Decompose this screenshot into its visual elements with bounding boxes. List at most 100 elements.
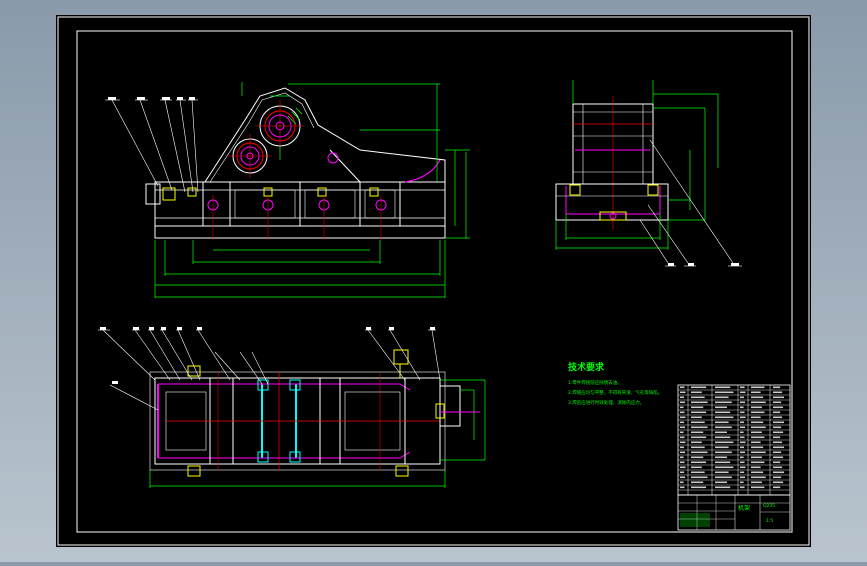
bom-cell-mark xyxy=(680,411,685,414)
title-block-scale: 1:5 xyxy=(766,518,773,524)
bom-cell-mark xyxy=(740,436,745,439)
bom-cell-mark xyxy=(740,471,745,474)
bom-cell-mark xyxy=(715,486,731,489)
bom-cell-mark xyxy=(691,426,708,429)
bom-cell-mark xyxy=(691,456,704,459)
bom-cell-mark xyxy=(680,441,686,444)
bom-cell-mark xyxy=(715,416,734,419)
bom-cell-mark xyxy=(773,466,783,469)
bom-cell-mark xyxy=(740,466,746,469)
bom-cell-mark xyxy=(680,451,686,454)
bom-cell-mark xyxy=(680,401,686,404)
bom-cell-mark xyxy=(715,406,727,409)
title-block-material: Q235 xyxy=(763,503,775,509)
bom-cell-mark xyxy=(773,421,785,424)
bom-cell-mark xyxy=(680,456,684,459)
bom-cell-mark xyxy=(740,421,745,424)
bom-cell-mark xyxy=(680,466,686,469)
bom-cell-mark xyxy=(715,401,732,404)
bom-cell-mark xyxy=(680,476,686,479)
bom-cell-mark xyxy=(740,386,745,389)
bom-cell-mark xyxy=(751,486,765,489)
bom-cell-mark xyxy=(680,406,684,409)
bom-cell-mark xyxy=(751,386,765,389)
bom-cell-mark xyxy=(680,486,685,489)
bom-cell-mark xyxy=(715,421,729,424)
bom-cell-mark xyxy=(773,446,785,449)
bom-cell-mark xyxy=(715,466,734,469)
bom-cell-mark xyxy=(773,416,783,419)
bom-cell-mark xyxy=(773,386,781,389)
bom-cell-mark xyxy=(751,416,761,419)
bom-cell-mark xyxy=(680,391,686,394)
bom-cell-mark xyxy=(691,486,707,489)
bom-cell-mark xyxy=(751,431,762,434)
cad-viewport[interactable]: 技术要求 1.零件焊接前应除锈去油。 2.焊缝应均匀平整，不得有夹渣、气孔等缺陷… xyxy=(0,0,867,562)
bom-cell-mark xyxy=(751,401,766,404)
bom-cell-mark xyxy=(751,456,762,459)
bom-cell-mark xyxy=(773,461,781,464)
bom-cell-mark xyxy=(715,396,729,399)
bom-cell-mark xyxy=(691,401,708,404)
bom-cell-mark xyxy=(680,446,685,449)
bom-cell-mark xyxy=(773,431,784,434)
bom-cell-mark xyxy=(773,411,781,414)
bom-cell-mark xyxy=(691,466,702,469)
bom-cell-mark xyxy=(715,446,729,449)
bom-cell-mark xyxy=(680,426,686,429)
bom-cell-mark xyxy=(773,486,781,489)
bom-cell-mark xyxy=(740,441,746,444)
bom-cell-mark xyxy=(773,396,785,399)
bom-cell-mark xyxy=(680,481,684,484)
bom-cell-mark xyxy=(773,401,782,404)
bom-cell-mark xyxy=(751,441,761,444)
bom-cell-mark xyxy=(740,481,744,484)
bom-cell-mark xyxy=(773,471,785,474)
bom-cell-mark xyxy=(751,396,764,399)
bom-cell-mark xyxy=(740,411,745,414)
bom-cell-mark xyxy=(691,451,708,454)
bom-cell-mark xyxy=(691,421,705,424)
bom-cell-mark xyxy=(740,426,746,429)
bom-cell-mark xyxy=(751,466,761,469)
tech-req-title: 技术要求 xyxy=(568,361,605,373)
bom-cell-mark xyxy=(751,391,761,394)
bom-cell-mark xyxy=(740,446,745,449)
bom-cell-mark xyxy=(715,451,732,454)
bom-cell-mark xyxy=(751,421,764,424)
bom-cell-mark xyxy=(751,426,766,429)
tech-req-item-3: 3.焊后应进行时效处理，消除内应力。 xyxy=(568,399,644,406)
bom-cell-mark xyxy=(751,436,765,439)
bom-cell-mark xyxy=(773,426,782,429)
bom-cell-mark xyxy=(773,451,782,454)
bom-cell-mark xyxy=(740,401,746,404)
bom-cell-mark xyxy=(680,396,685,399)
bom-cell-mark xyxy=(751,471,764,474)
bom-cell-mark xyxy=(715,431,727,434)
bom-cell-mark xyxy=(740,406,744,409)
bom-cell-mark xyxy=(773,406,784,409)
bom-cell-mark xyxy=(691,461,707,464)
tech-req-item-1: 1.零件焊接前应除锈去油。 xyxy=(568,379,622,386)
bom-cell-mark xyxy=(773,391,783,394)
bom-cell-mark xyxy=(691,436,707,439)
bom-cell-mark xyxy=(715,441,734,444)
bom-cell-mark xyxy=(715,386,731,389)
bom-cell-mark xyxy=(715,476,732,479)
bom-cell-mark xyxy=(691,431,704,434)
bom-cell-mark xyxy=(691,391,702,394)
bom-cell-mark xyxy=(751,406,762,409)
bom-cell-mark xyxy=(691,476,708,479)
bom-cell-mark xyxy=(773,476,782,479)
bom-cell-mark xyxy=(680,461,685,464)
bom-cell-mark xyxy=(680,436,685,439)
tech-req-item-2: 2.焊缝应均匀平整，不得有夹渣、气孔等缺陷。 xyxy=(568,389,662,396)
bom-cell-mark xyxy=(773,481,784,484)
bom-cell-mark xyxy=(715,411,731,414)
bom-cell-mark xyxy=(715,391,734,394)
bom-cell-mark xyxy=(740,451,746,454)
bom-cell-mark xyxy=(740,431,744,434)
bom-cell-mark xyxy=(691,411,707,414)
bom-cell-mark xyxy=(715,481,727,484)
bom-cell-mark xyxy=(691,386,707,389)
